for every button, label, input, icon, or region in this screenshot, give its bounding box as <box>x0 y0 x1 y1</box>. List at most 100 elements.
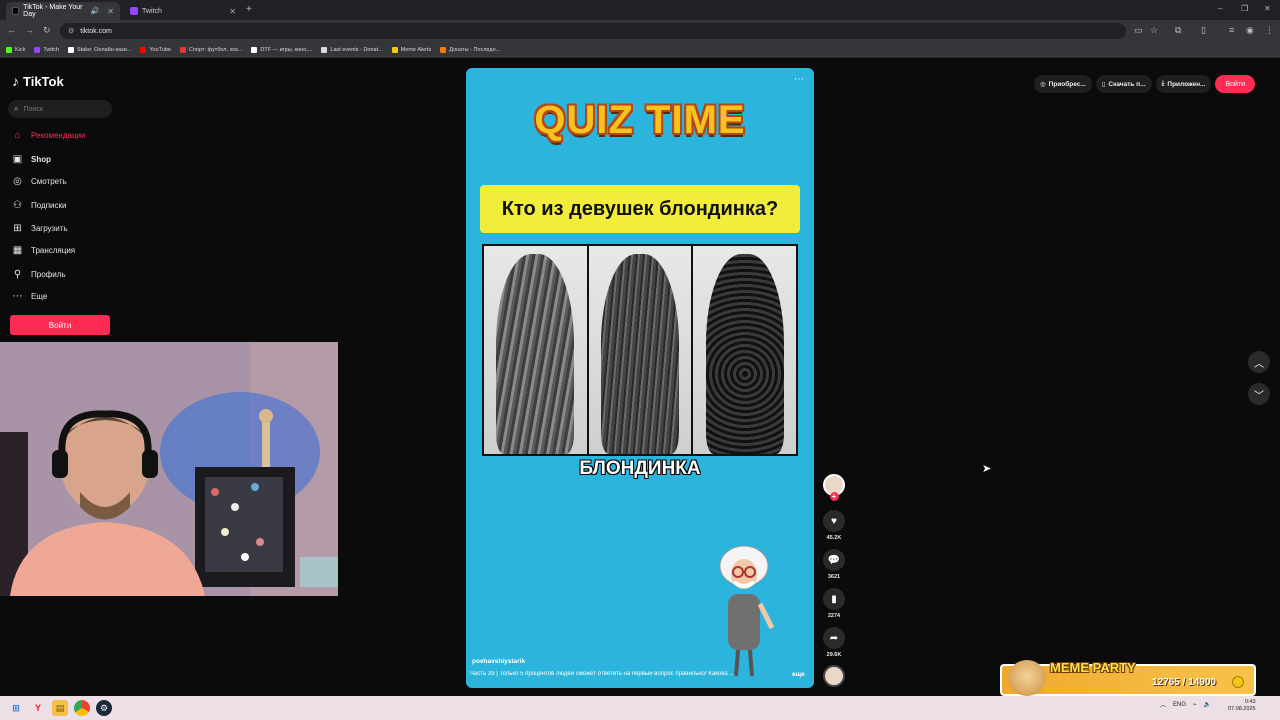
close-tab-icon[interactable]: ✕ <box>229 7 236 16</box>
next-video-button[interactable]: ﹀ <box>1248 383 1270 405</box>
caption-more-link[interactable]: еще <box>792 671 805 678</box>
cast-icon[interactable]: ▭ <box>1134 25 1143 36</box>
tiktok-logo[interactable]: ♪ TikTok <box>12 73 64 89</box>
login-button[interactable]: Войти <box>10 315 110 335</box>
bookmark-label: DTF — игры, кино,... <box>260 46 313 53</box>
close-tab-icon[interactable]: ✕ <box>107 7 114 16</box>
save-action[interactable]: ▮ 2274 <box>822 588 846 619</box>
sidebar-item-explore[interactable]: ◎ Смотреть <box>12 176 67 187</box>
bookmark-star-icon[interactable]: ☆ <box>1150 25 1158 36</box>
account-icon[interactable]: ◉ <box>1246 25 1254 36</box>
menu-dots-icon[interactable]: ⋮ <box>1265 25 1274 36</box>
bookmark-item[interactable]: Meme Alerts <box>391 46 431 53</box>
header-actions: ◎ Приобрес... ▯ Скачать п... ⤓ Приложен... … <box>1034 75 1256 93</box>
sidebar-item-upload[interactable]: ⊞ Загрузить <box>12 223 68 234</box>
music-disc-icon[interactable] <box>823 665 845 687</box>
tab-twitch[interactable]: Twitch ✕ <box>124 2 242 20</box>
meme-party-counter: 12765 / 14900 <box>1152 677 1216 688</box>
tiktok-note-icon: ♪ <box>12 73 19 89</box>
site-info-icon[interactable]: ⚙ <box>68 27 74 35</box>
clock-date: 07.08.2025 <box>1228 706 1256 712</box>
bookmark-label: Kick <box>15 46 26 53</box>
sidebar-item-profile[interactable]: ⚲ Профиль <box>12 269 66 280</box>
bookmark-item[interactable]: DTF — игры, кино,... <box>251 46 313 53</box>
previous-video-button[interactable]: ︿ <box>1248 351 1270 373</box>
search-placeholder: Поиск <box>23 105 43 113</box>
bookmark-item[interactable]: Донаты - Последн... <box>440 46 500 53</box>
share-icon[interactable]: ➦ <box>823 627 845 649</box>
video-caption: Часть 39 | Только 5 процентов людей смож… <box>470 671 735 677</box>
language-indicator[interactable]: ENG <box>1173 702 1186 708</box>
sport-icon <box>179 46 186 53</box>
old-man-cartoon <box>719 545 775 677</box>
extensions-icon[interactable]: ⧉ <box>1175 25 1181 36</box>
bookmark-item[interactable]: Last events - Donat... <box>321 46 383 53</box>
windows-start-icon[interactable]: ⊞ <box>8 700 24 716</box>
file-explorer-icon[interactable]: ▤ <box>52 700 68 716</box>
taskbar-clock[interactable]: 0:43 07.08.2025 <box>1228 699 1256 713</box>
comment-icon[interactable]: 💬 <box>823 549 845 571</box>
sidebar-item-recommendations[interactable]: ⌂ Рекомендации <box>12 130 85 141</box>
sidebar-item-more[interactable]: ⋯ Еще <box>12 291 48 302</box>
video-player[interactable]: ⋯ QUIZ TIME Кто из девушек блондинка? БЛ… <box>466 68 814 688</box>
user-follow-icon: ⚇ <box>13 200 22 211</box>
sidepanel-icon[interactable]: ▯ <box>1201 25 1206 36</box>
minimize-icon[interactable]: – <box>1218 4 1222 13</box>
like-count: 45.2K <box>826 535 842 541</box>
system-tray: ︿ ENG ⌁ 🔈 <box>1160 700 1211 710</box>
media-icon[interactable]: ≡ <box>1229 25 1234 35</box>
search-input[interactable]: ⌕ Поиск <box>8 100 112 118</box>
new-tab-icon[interactable]: + <box>246 4 252 15</box>
network-icon[interactable]: ⌁ <box>1193 701 1197 708</box>
sidebar-item-live[interactable]: ▦ Трансляция <box>12 245 75 256</box>
forward-icon[interactable]: → <box>25 25 34 35</box>
follow-plus-icon[interactable]: + <box>829 492 839 501</box>
video-answer: БЛОНДИНКА <box>579 458 701 479</box>
share-action[interactable]: ➦ 29.6K <box>822 627 846 658</box>
bookmark-item[interactable]: Twitch <box>34 46 59 53</box>
address-bar[interactable]: ⚙ tiktok.com <box>60 23 1126 39</box>
live-tv-icon: ▦ <box>12 245 23 256</box>
tray-expand-icon[interactable]: ︿ <box>1160 700 1166 709</box>
heart-icon[interactable]: ♥ <box>823 510 845 532</box>
audio-icon[interactable]: 🔊 <box>91 7 100 15</box>
meme-alerts-icon <box>391 46 398 53</box>
donation-icon <box>321 46 328 53</box>
tab-tiktok[interactable]: TikTok - Make Your Day 🔊 ✕ <box>6 2 120 20</box>
bookmark-icon[interactable]: ▮ <box>823 588 845 610</box>
reload-icon[interactable]: ↻ <box>43 25 51 36</box>
sidebar-item-following[interactable]: ⚇ Подписки <box>12 200 66 211</box>
header-login-button[interactable]: Войти <box>1215 75 1256 93</box>
restore-icon[interactable]: ❐ <box>1241 4 1248 13</box>
steam-icon[interactable]: ⚙ <box>96 700 112 716</box>
comment-action[interactable]: 💬 3621 <box>822 549 846 580</box>
sidebar-item-label: Смотреть <box>31 177 67 186</box>
chrome-icon[interactable] <box>74 700 90 716</box>
close-window-icon[interactable]: ✕ <box>1264 4 1271 13</box>
get-app-button[interactable]: ⤓ Приложен... <box>1155 75 1212 93</box>
buy-coins-button[interactable]: ◎ Приобрес... <box>1034 75 1092 93</box>
like-action[interactable]: ♥ 45.2K <box>822 510 846 541</box>
author-avatar[interactable]: + <box>822 474 846 501</box>
download-app-button[interactable]: ▯ Скачать п... <box>1095 75 1152 93</box>
bookmark-item[interactable]: Kick <box>6 46 26 53</box>
hair-photo-2 <box>588 246 692 454</box>
clock-time: 0:43 <box>1244 699 1256 705</box>
bookmark-item[interactable]: Спорт: футбол, хок... <box>179 46 242 53</box>
back-icon[interactable]: ← <box>7 25 16 35</box>
sidebar-item-shop[interactable]: ▣ Shop <box>12 154 51 165</box>
sidebar-item-label: Загрузить <box>31 224 68 233</box>
yandex-icon[interactable]: Y <box>30 700 46 716</box>
button-label: Приобрес... <box>1048 80 1086 88</box>
bookmark-item[interactable]: Stake: Онлайн-кази... <box>67 46 131 53</box>
volume-icon[interactable]: 🔈 <box>1204 701 1211 708</box>
tab-title: Twitch <box>142 7 162 15</box>
bookmark-item[interactable]: YouTube <box>140 46 171 53</box>
webcam-image <box>0 342 338 596</box>
save-count: 2274 <box>827 613 841 619</box>
sound-disc[interactable] <box>822 665 846 687</box>
button-label: Приложен... <box>1167 80 1206 88</box>
twitch-favicon-icon <box>130 7 138 15</box>
video-options-icon[interactable]: ⋯ <box>794 74 804 85</box>
video-author[interactable]: poehavshiystarik <box>472 658 525 665</box>
